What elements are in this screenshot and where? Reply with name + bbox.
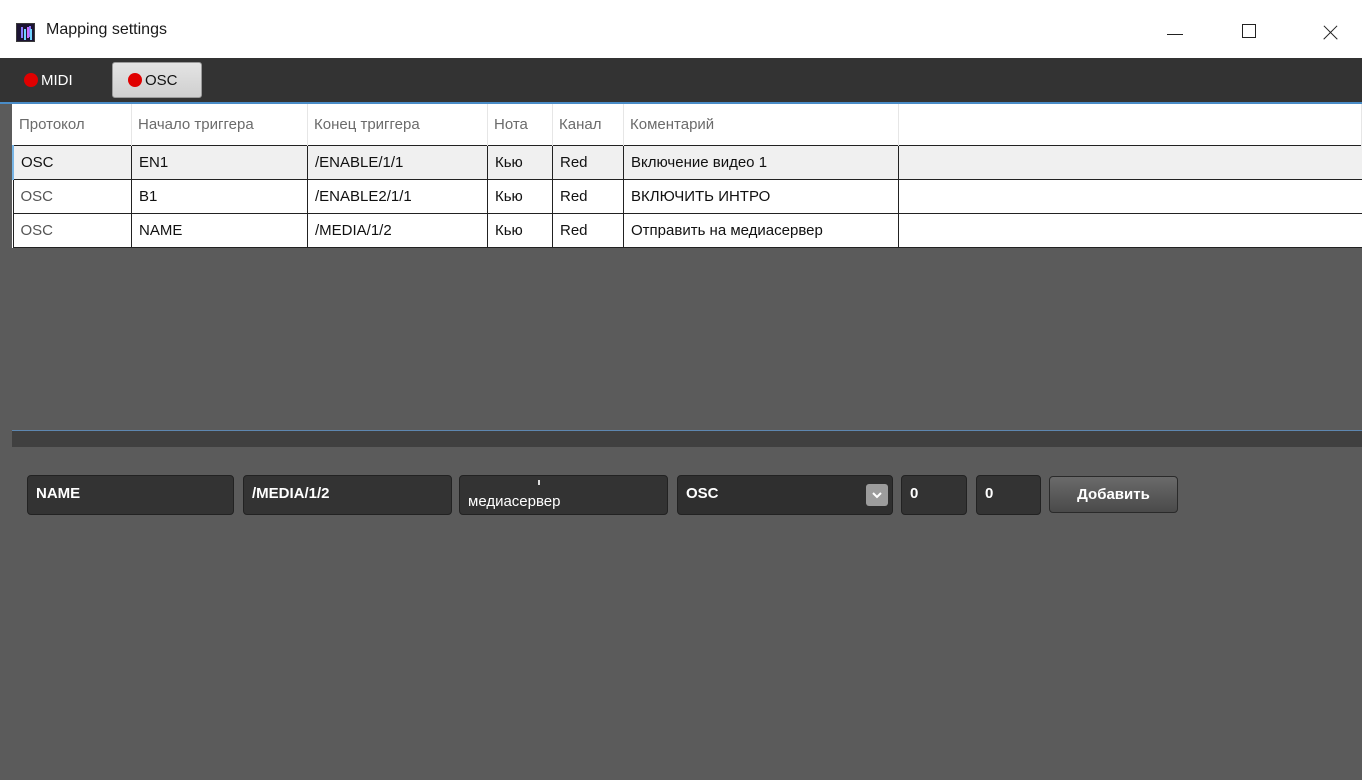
cell-trigger-end[interactable]: /MEDIA/1/2	[307, 213, 488, 248]
trigger-start-input[interactable]: NAME	[27, 475, 234, 515]
protocol-select[interactable]: OSC	[677, 475, 893, 515]
table-row[interactable]: OSC NAME /MEDIA/1/2 Кью Red Отправить на…	[12, 213, 1362, 248]
cell-note[interactable]: Кью	[487, 145, 553, 180]
table-header-row: Протокол Начало триггера Конец триггера …	[13, 104, 1362, 146]
cell-trigger-start[interactable]: B1	[131, 179, 308, 214]
red-dot-icon	[128, 73, 142, 87]
red-dot-icon	[24, 73, 38, 87]
mapping-table-area: Протокол Начало триггера Конец триггера …	[12, 104, 1362, 430]
cell-protocol[interactable]: OSC	[12, 179, 132, 214]
minimize-button[interactable]	[1148, 0, 1208, 58]
trigger-end-input[interactable]: /MEDIA/1/2	[243, 475, 452, 515]
close-button[interactable]	[1300, 0, 1360, 58]
column-header-protocol[interactable]: Протокол	[13, 104, 132, 146]
mapping-table: Протокол Начало триггера Конец триггера …	[12, 104, 1362, 248]
note-input[interactable]: 0	[901, 475, 967, 515]
window-title: Mapping settings	[46, 21, 167, 38]
cell-filler	[898, 213, 1362, 248]
cell-comment[interactable]: ВКЛЮЧИТЬ ИНТРО	[623, 179, 899, 214]
midi-button-label: MIDI	[41, 71, 73, 89]
channel-input[interactable]: 0	[976, 475, 1041, 515]
cell-channel[interactable]: Red	[552, 179, 624, 214]
cell-trigger-start[interactable]: NAME	[131, 213, 308, 248]
cell-filler	[898, 145, 1362, 180]
column-header-channel[interactable]: Канал	[552, 104, 624, 146]
cell-protocol[interactable]: OSC	[12, 145, 132, 180]
column-header-filler	[898, 104, 1362, 146]
column-header-comment[interactable]: Коментарий	[623, 104, 899, 146]
column-header-trigger-start[interactable]: Начало триггера	[131, 104, 308, 146]
cell-channel[interactable]: Red	[552, 213, 624, 248]
cell-protocol[interactable]: OSC	[12, 213, 132, 248]
cell-note[interactable]: Кью	[487, 179, 553, 214]
protocol-toolbar: MIDI OSC	[0, 58, 1362, 104]
cell-trigger-start[interactable]: EN1	[131, 145, 308, 180]
table-row[interactable]: OSC EN1 /ENABLE/1/1 Кью Red Включение ви…	[12, 145, 1362, 180]
chevron-down-icon[interactable]	[866, 484, 888, 506]
table-row[interactable]: OSC B1 /ENABLE2/1/1 Кью Red ВКЛЮЧИТЬ ИНТ…	[12, 179, 1362, 214]
maximize-button[interactable]	[1220, 0, 1280, 58]
cell-comment[interactable]: Включение видео 1	[623, 145, 899, 180]
split-pane-divider[interactable]	[12, 430, 1362, 447]
osc-button-label: OSC	[145, 71, 178, 89]
protocol-select-value: OSC	[686, 485, 719, 502]
comment-input[interactable]: медиасервер	[459, 475, 668, 515]
cell-channel[interactable]: Red	[552, 145, 624, 180]
cell-trigger-end[interactable]: /ENABLE/1/1	[307, 145, 488, 180]
midi-button[interactable]: MIDI	[16, 62, 106, 98]
cell-note[interactable]: Кью	[487, 213, 553, 248]
column-header-trigger-end[interactable]: Конец триггера	[307, 104, 488, 146]
cell-comment[interactable]: Отправить на медиасервер	[623, 213, 899, 248]
add-button[interactable]: Добавить	[1049, 476, 1178, 513]
osc-button[interactable]: OSC	[112, 62, 202, 98]
app-logo-icon	[16, 23, 35, 42]
cell-trigger-end[interactable]: /ENABLE2/1/1	[307, 179, 488, 214]
column-header-note[interactable]: Нота	[487, 104, 553, 146]
title-bar: Mapping settings	[0, 0, 1362, 58]
cell-filler	[898, 179, 1362, 214]
